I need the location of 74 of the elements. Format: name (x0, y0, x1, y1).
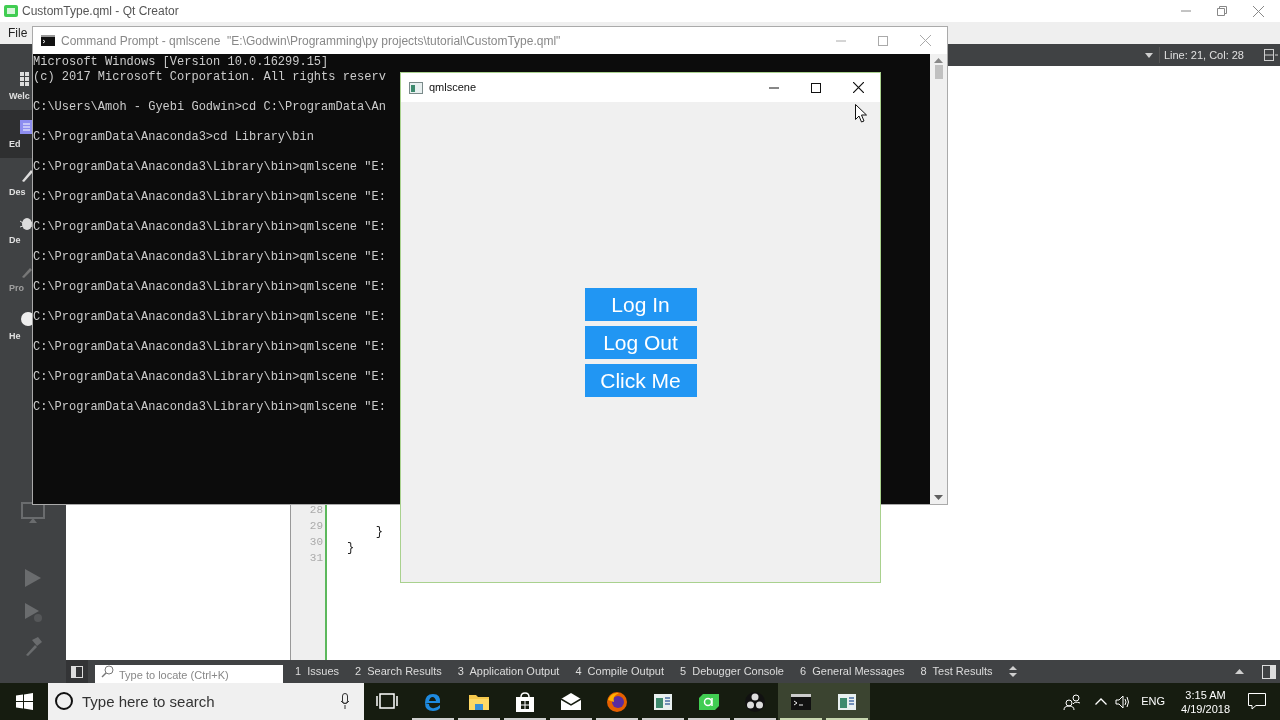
mode-button[interactable]: Welc (0, 62, 32, 110)
dropdown-icon[interactable] (1144, 52, 1153, 58)
taskbar-app-button[interactable] (824, 683, 870, 720)
mode-button[interactable]: Des (0, 158, 32, 206)
terminal-line: C:\ProgramData\Anaconda3\Library\bin>qmlscene "E: (33, 400, 386, 415)
panel-icon[interactable] (1262, 664, 1276, 679)
date-text: 4/19/2018 (1181, 701, 1230, 716)
mode-button[interactable]: De (0, 206, 32, 254)
restore-icon[interactable] (1217, 6, 1227, 16)
terminal-line: C:\ProgramData\Anaconda3>cd Library\bin (33, 130, 314, 145)
code-line: } (374, 525, 383, 539)
chevron-up-icon[interactable] (1095, 698, 1108, 705)
bug-icon (20, 215, 32, 231)
monitor-icon[interactable] (21, 502, 45, 524)
terminal-line: (c) 2017 Microsoft Corporation. All rights reserv (33, 70, 386, 85)
terminal-line: C:\ProgramData\Anaconda3\Library\bin>qmlscene "E: (33, 340, 386, 355)
output-tab[interactable]: 6 General Messages (800, 663, 905, 680)
taskbar-app-button[interactable] (778, 683, 824, 720)
terminal-line: C:\ProgramData\Anaconda3\Library\bin>qmlscene "E: (33, 220, 386, 235)
output-tab[interactable]: 4 Compile Output (575, 663, 665, 680)
sidebar-toggle-icon[interactable] (71, 665, 83, 678)
time-text: 3:15 AM (1185, 687, 1226, 702)
sidebar-toggle-button[interactable] (66, 660, 88, 683)
shopping-bag-icon[interactable] (513, 689, 537, 714)
output-tab[interactable]: 2 Search Results (355, 663, 442, 680)
people-icon[interactable] (1063, 693, 1082, 710)
caret-up-icon[interactable] (1235, 669, 1244, 674)
menu-item[interactable]: File (8, 24, 28, 42)
output-tab[interactable]: 3 Application Output (457, 663, 560, 680)
window-title: CustomType.qml - Qt Creator (22, 3, 179, 20)
terminal-line: C:\Users\Amoh - Gyebi Godwin>cd C:\ProgramData\An (33, 100, 386, 115)
cursor-position[interactable]: Line: 21, Col: 28 (1158, 46, 1244, 64)
updown-icon[interactable] (1008, 666, 1017, 677)
language-indicator[interactable]: ENG (1141, 693, 1166, 710)
line-number: 29 (309, 519, 323, 534)
output-tab[interactable]: 5 Debugger Console (680, 663, 784, 680)
scroll-up-icon[interactable] (934, 58, 943, 63)
app-icon (4, 5, 18, 17)
mode-button[interactable]: Ed (0, 110, 32, 158)
mouse-cursor-icon (855, 104, 867, 123)
terminal-line: C:\ProgramData\Anaconda3\Library\bin>qmlscene "E: (33, 370, 386, 385)
window-title: Command Prompt - qmlscene "E:\Godwin\Programming\py projects\tutorial\CustomType.qml" (61, 32, 561, 50)
mode-button[interactable]: He (0, 302, 32, 350)
terminal-line: Microsoft Windows [Version 10.0.16299.15] (33, 55, 329, 70)
volume-icon[interactable] (1115, 694, 1132, 709)
window-icon (409, 81, 423, 94)
terminal-line: C:\ProgramData\Anaconda3\Library\bin>qmlscene "E: (33, 160, 386, 175)
split-icon[interactable] (1264, 49, 1278, 61)
line-number: 31 (309, 551, 323, 566)
document-icon (20, 119, 32, 135)
terminal-line: C:\ProgramData\Anaconda3\Library\bin>qmlscene "E: (33, 190, 386, 205)
code-line: } (347, 541, 355, 555)
search-icon (101, 664, 115, 679)
notification-icon[interactable] (1248, 693, 1266, 710)
terminal-line: C:\ProgramData\Anaconda3\Library\bin>qmlscene "E: (33, 310, 386, 325)
output-tab[interactable]: 1 Issues (295, 663, 340, 680)
terminal-icon (41, 35, 55, 46)
terminal-line: C:\ProgramData\Anaconda3\Library\bin>qmlscene "E: (33, 250, 386, 265)
close-icon[interactable] (853, 82, 864, 93)
windows-logo-icon[interactable] (15, 693, 33, 710)
scroll-down-icon[interactable] (934, 495, 943, 500)
taskbar-search-field[interactable]: Type here to search (48, 683, 364, 720)
line-number: 28 (309, 503, 323, 518)
scrollbar[interactable] (930, 54, 947, 504)
microphone-icon[interactable] (340, 693, 350, 709)
maximize-icon[interactable] (811, 82, 821, 93)
line-number: 30 (309, 535, 323, 550)
locate-field[interactable]: Type to locate (Ctrl+K) (95, 664, 283, 685)
output-tab[interactable]: 8 Test Results (920, 663, 993, 680)
grid-icon (20, 71, 32, 87)
terminal-line: C:\ProgramData\Anaconda3\Library\bin>qmlscene "E: (33, 280, 386, 295)
window-title: qmlscene (429, 80, 477, 96)
scrollbar-thumb[interactable] (934, 65, 943, 79)
circle-icon[interactable] (54, 691, 74, 711)
